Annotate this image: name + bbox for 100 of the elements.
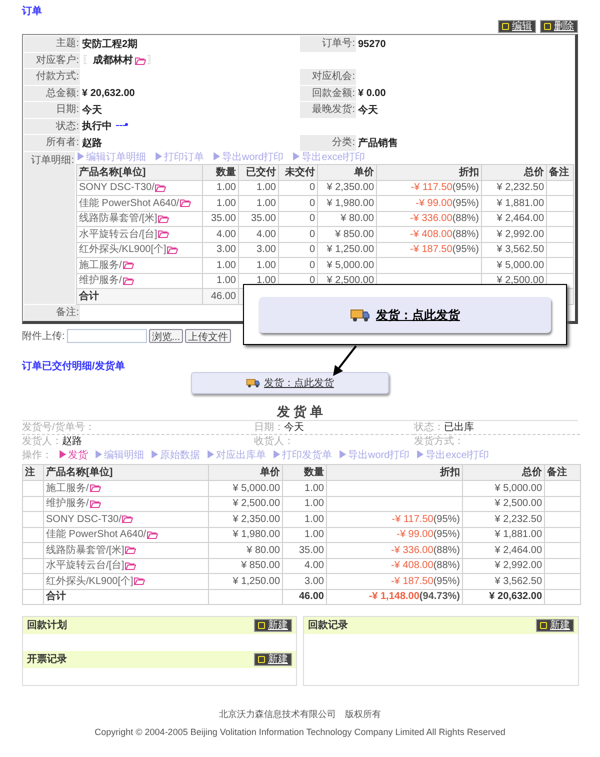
table-cell: 1.00 xyxy=(256,182,276,194)
table-cell: 0 xyxy=(309,182,315,194)
table-cell: ¥ 2,992.00 xyxy=(496,228,544,240)
field-label: 日期： xyxy=(254,421,284,434)
table-cell: 0 xyxy=(309,244,315,256)
folder-icon[interactable] xyxy=(180,199,192,208)
new-button[interactable]: 新建 xyxy=(254,653,292,666)
table-cell: ¥ 1,881.00 xyxy=(494,529,542,540)
field-value: 赵路 xyxy=(82,136,102,150)
table-cell: 46.00 xyxy=(210,290,236,302)
discount-amount: -¥ 187.50 xyxy=(391,576,434,587)
table-cell: 1.00 xyxy=(256,275,276,286)
column-header: 数量 xyxy=(202,164,238,180)
folder-icon[interactable] xyxy=(155,184,166,192)
table-cell: ¥ 1,250.00 xyxy=(232,576,280,587)
customer-link[interactable]: 成都林村 xyxy=(93,53,133,68)
field-label: 发货方式： xyxy=(414,435,464,449)
table-cell: 3.00 xyxy=(304,576,324,587)
discount-percent: (88%) xyxy=(452,213,479,224)
column-header: 已交付 xyxy=(238,164,278,180)
folder-icon[interactable] xyxy=(122,276,134,285)
table-cell: ¥ 3,562.50 xyxy=(494,576,542,587)
folder-icon[interactable] xyxy=(125,546,136,554)
field-value: 今天 xyxy=(284,421,304,434)
table-cell: ¥ 2,464.00 xyxy=(494,544,542,556)
field-label: 分类: xyxy=(300,135,356,150)
folder-icon[interactable] xyxy=(158,214,170,223)
column-header: 折扣 xyxy=(376,164,482,180)
table-cell: ¥ 2,500.00 xyxy=(232,498,280,510)
folder-icon[interactable] xyxy=(125,562,136,570)
folder-icon[interactable] xyxy=(90,484,101,492)
field-value: ¥ 0.00 xyxy=(358,87,386,101)
discount-amount: -¥ 117.50 xyxy=(410,182,452,194)
table-cell: 46.00 xyxy=(298,591,324,602)
field-label: 发货号/货单号： xyxy=(22,421,95,434)
folder-icon[interactable] xyxy=(167,246,178,254)
field-label: 发货人： xyxy=(22,435,62,449)
product-link[interactable]: 施工服务/ xyxy=(46,482,89,494)
table-cell: ¥ 850.00 xyxy=(335,228,374,240)
folder-icon[interactable] xyxy=(135,56,146,65)
table-cell: ¥ 2,500.00 xyxy=(326,275,374,286)
square-icon xyxy=(258,656,265,663)
toolbar-button[interactable]: 编辑 xyxy=(498,20,536,33)
square-icon xyxy=(502,23,509,30)
table-cell: ¥ 5,000.00 xyxy=(232,482,280,494)
column-header: 产品名称[单位] xyxy=(76,164,202,180)
folder-icon[interactable] xyxy=(147,530,158,539)
field-value: 95270 xyxy=(358,38,386,52)
discount-amount: -¥ 99.00 xyxy=(416,198,452,209)
folder-icon[interactable] xyxy=(134,577,146,586)
folder-icon[interactable] xyxy=(90,500,101,508)
table-cell: ¥ 2,464.00 xyxy=(496,213,544,224)
square-icon xyxy=(540,622,547,629)
upload-button[interactable]: 上传文件 xyxy=(185,329,232,343)
ship-button[interactable]: 发货：点此发货 xyxy=(191,372,389,394)
column-header: 总价 xyxy=(462,464,544,480)
field-value: 执行中 xyxy=(82,120,112,134)
folder-icon[interactable] xyxy=(122,261,134,270)
new-button[interactable]: 新建 xyxy=(254,619,292,632)
field-label: 付款方式: xyxy=(24,69,80,84)
field-label: 订单明细: xyxy=(24,152,75,304)
folder-icon[interactable] xyxy=(122,515,134,524)
footer-text: 北京沃力森信息技术有限公司 版权所有 xyxy=(219,708,381,721)
field-label: 状态: xyxy=(24,118,80,134)
table-cell: ¥ 80.00 xyxy=(246,544,280,556)
column-header: 单价 xyxy=(208,464,282,480)
square-icon xyxy=(544,23,551,30)
column-header: 未交付 xyxy=(278,164,318,180)
discount-amount: -¥ 1,148.00 xyxy=(368,591,420,602)
field-label: 最晚发货: xyxy=(300,102,356,118)
table-cell: 1.00 xyxy=(256,198,276,209)
file-input[interactable] xyxy=(66,329,147,343)
new-button[interactable]: 新建 xyxy=(536,619,574,632)
browse-button[interactable]: 浏览... xyxy=(148,329,184,343)
field-label: 备注: xyxy=(24,304,80,320)
field-label: 操作： xyxy=(22,450,52,462)
arrow-icon[interactable] xyxy=(116,124,126,129)
panel-title: 开票记录 xyxy=(27,652,67,667)
action-link[interactable]: ▶发货 xyxy=(58,450,88,462)
discount-amount: -¥ 99.00 xyxy=(396,529,434,540)
table-cell: ¥ 2,350.00 xyxy=(326,182,374,194)
table-cell: ¥ 5,000.00 xyxy=(496,260,544,271)
table-cell: 4.00 xyxy=(304,560,324,572)
field-label: 收货人： xyxy=(254,435,294,449)
table-cell: 3.00 xyxy=(216,244,236,256)
table-cell: 35.00 xyxy=(250,213,276,224)
ship-button[interactable]: 发货：点此发货 xyxy=(259,296,551,332)
discount-percent: (95%) xyxy=(452,244,479,256)
discount-percent: (95%) xyxy=(452,198,479,209)
field-value: 安防工程2期 xyxy=(82,37,138,52)
discount-amount: -¥ 187.50 xyxy=(410,244,452,256)
table-cell: ¥ 1,881.00 xyxy=(496,198,544,209)
discount-percent: (95%) xyxy=(433,576,460,587)
column-header: 单价 xyxy=(318,164,376,180)
folder-icon[interactable] xyxy=(158,230,170,238)
table-cell: ¥ 2,500.00 xyxy=(496,275,544,286)
column-header: 数量 xyxy=(282,464,326,480)
toolbar-button[interactable]: 删除 xyxy=(540,20,578,33)
product-link[interactable]: 维护服务/ xyxy=(46,498,89,510)
field-value: 产品销售 xyxy=(358,136,398,150)
